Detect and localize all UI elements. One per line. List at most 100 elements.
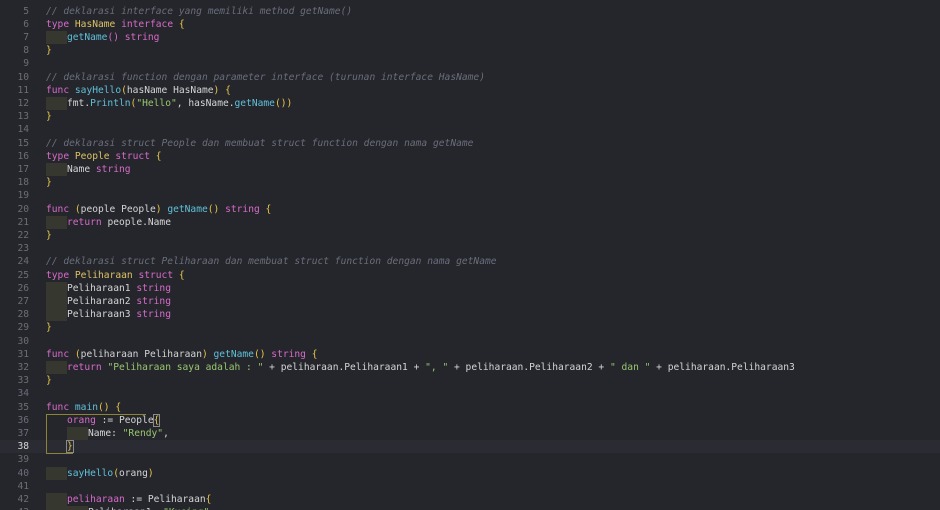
code-token: + peliharaan.Peliharaan1 + [263, 361, 426, 373]
code-token: { [178, 18, 185, 30]
code-token: struct [115, 150, 156, 162]
code-line[interactable]: 36 orang := People{ [0, 413, 940, 427]
code-line[interactable]: 35 func main() { [0, 401, 940, 414]
code-line[interactable]: 18} [0, 176, 940, 189]
code-line[interactable]: 27 Peliharaan2 string [0, 294, 940, 308]
line-number: 14 [17, 124, 29, 136]
code-line[interactable]: 25 type Peliharaan struct { [0, 269, 940, 282]
code-token: ) { [213, 84, 231, 96]
indent-guide [67, 426, 88, 440]
indent-guide [46, 96, 67, 110]
code-token: // deklarasi function dengan parameter i… [46, 71, 485, 83]
code-line[interactable]: 8} [0, 44, 940, 57]
indent-guide [46, 308, 67, 322]
code-token: { [311, 348, 318, 360]
code-line[interactable]: 22} [0, 229, 940, 242]
code-token: string [136, 282, 171, 294]
code-token: string [136, 295, 171, 307]
line-number: 32 [17, 361, 29, 373]
code-token: } [46, 177, 52, 189]
code-line[interactable]: 30 [0, 335, 940, 348]
code-line[interactable]: 29} [0, 321, 940, 334]
line-number: 21 [17, 216, 29, 228]
code-line[interactable]: 10 // deklarasi function dengan parameter… [0, 71, 940, 84]
code-line[interactable]: 19 [0, 189, 940, 202]
code-text: func sayHello(hasName HasName) { [46, 84, 231, 97]
code-line[interactable]: 17 Name string [0, 162, 940, 176]
indent-guide [46, 413, 67, 427]
code-token: getName [67, 31, 108, 43]
code-text: return people.Name [46, 215, 171, 229]
code-text: peliharaan := Peliharaan{ [46, 492, 211, 506]
code-line[interactable]: 42 peliharaan := Peliharaan{ [0, 492, 940, 506]
indent-guide [67, 506, 88, 510]
indent-guide [46, 162, 67, 176]
code-line[interactable]: 7 getName() string [0, 30, 940, 44]
code-token: } [46, 375, 52, 387]
code-text: // deklarasi struct Peliharaan dan membu… [46, 255, 497, 268]
code-token: peliharaan Peliharaan [80, 348, 202, 360]
code-line[interactable]: 39 [0, 453, 940, 466]
code-line[interactable]: 38} [0, 440, 940, 454]
indent-guide [46, 492, 67, 506]
code-line[interactable]: 28 Peliharaan3 string [0, 308, 940, 322]
bracket-pair-guide [46, 414, 47, 453]
code-line[interactable]: 37 Name: "Rendy", [0, 426, 940, 440]
indent-guide [46, 281, 67, 295]
code-token: { [152, 413, 161, 427]
code-token: return [67, 361, 108, 373]
line-number: 15 [17, 137, 29, 149]
code-line[interactable]: 20 func (people People) getName() string … [0, 203, 940, 216]
code-line[interactable]: 24 // deklarasi struct Peliharaan dan mem… [0, 255, 940, 268]
code-token: // deklarasi interface yang memiliki met… [46, 5, 353, 17]
code-token: hasName HasName [126, 84, 214, 96]
code-text: fmt.Println("Hello", hasName.getName()) [46, 96, 293, 110]
line-number: 42 [17, 493, 29, 505]
line-number: 7 [23, 31, 29, 43]
code-token: People [74, 150, 116, 162]
code-line[interactable]: 31 func (peliharaan Peliharaan) getName()… [0, 348, 940, 361]
code-token: func [46, 348, 75, 360]
code-line[interactable]: 16 type People struct { [0, 150, 940, 163]
code-line[interactable]: 43 Peliharaan1: "Kucing", [0, 506, 940, 510]
code-line[interactable]: 5 // deklarasi interface yang memiliki me… [0, 5, 940, 18]
code-token: ()) [274, 97, 293, 109]
code-text: type People struct { [46, 150, 162, 163]
code-text: type HasName interface { [46, 18, 185, 31]
code-token: people.Name [107, 216, 171, 228]
line-number: 11 [17, 84, 29, 96]
code-line[interactable]: 40 sayHello(orang) [0, 466, 940, 480]
code-token: } [46, 229, 52, 241]
code-token: Peliharaan2 [67, 295, 137, 307]
code-text: sayHello(orang) [46, 466, 154, 480]
code-line[interactable]: 41 [0, 480, 940, 493]
code-text: func (peliharaan Peliharaan) getName() s… [46, 348, 318, 361]
code-line[interactable]: 33} [0, 374, 940, 387]
code-line[interactable]: 23 [0, 242, 940, 255]
code-line[interactable]: 32 return "Peliharaan saya adalah : " + p… [0, 360, 940, 374]
code-line[interactable]: 13} [0, 110, 940, 123]
code-text: } [46, 110, 52, 123]
code-line[interactable]: 6 type HasName interface { [0, 18, 940, 31]
code-token: type [46, 18, 75, 30]
code-line[interactable]: 34 [0, 387, 940, 400]
code-token: "Peliharaan saya adalah : " [107, 361, 264, 373]
code-text: Name: "Rendy", [46, 426, 169, 440]
line-number: 10 [17, 71, 29, 83]
code-line[interactable]: 15 // deklarasi struct People dan membuat… [0, 137, 940, 150]
code-line[interactable]: 12 fmt.Println("Hello", hasName.getName()… [0, 96, 940, 110]
code-token: + peliharaan.Peliharaan3 [650, 361, 795, 373]
code-token: type [46, 150, 75, 162]
code-line[interactable]: 14 [0, 123, 940, 136]
code-token: Peliharaan3 [67, 309, 137, 321]
code-line[interactable]: 9 [0, 57, 940, 70]
code-token: people People [80, 203, 156, 215]
code-line[interactable]: 26 Peliharaan1 string [0, 281, 940, 295]
line-number: 37 [17, 427, 29, 439]
line-number: 5 [23, 5, 29, 17]
code-editor[interactable]: 5 // deklarasi interface yang memiliki me… [0, 0, 940, 510]
code-line[interactable]: 11 func sayHello(hasName HasName) { [0, 84, 940, 97]
code-token: { [178, 269, 185, 281]
code-token: string [271, 348, 312, 360]
code-line[interactable]: 21 return people.Name [0, 215, 940, 229]
